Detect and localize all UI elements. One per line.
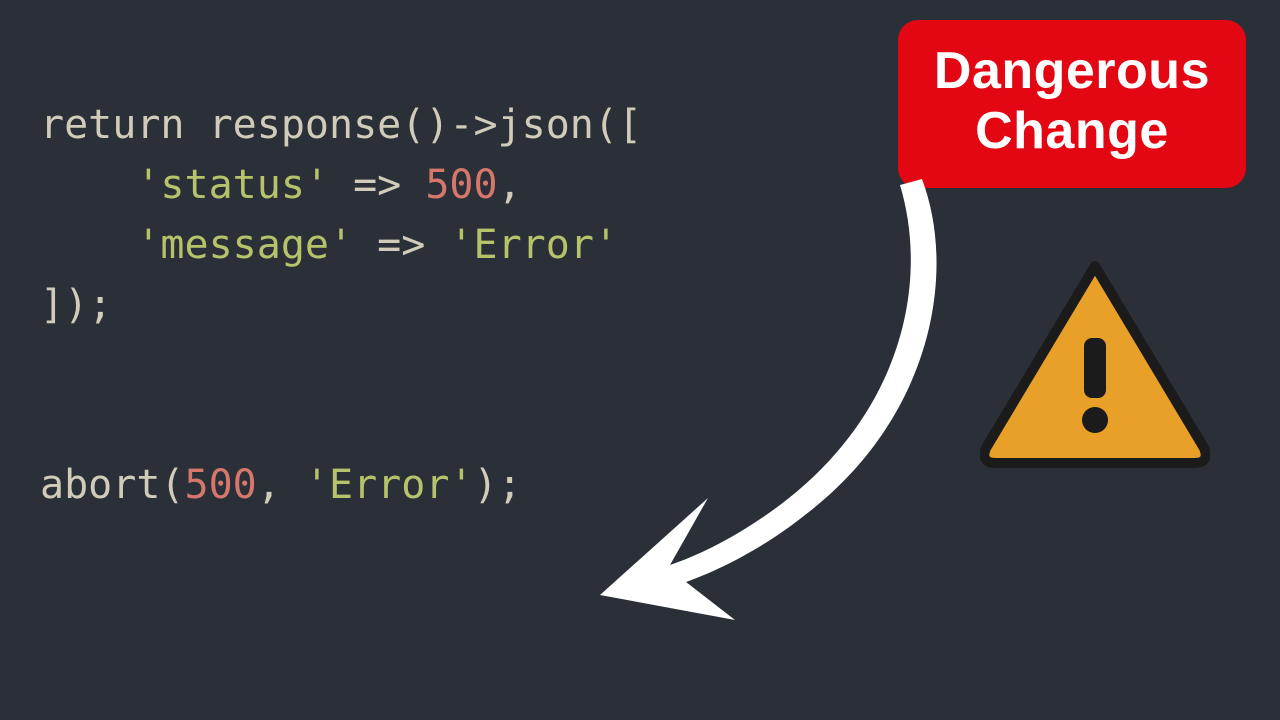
code-token	[40, 222, 136, 268]
code-token: 500	[425, 162, 497, 208]
code-token: 'Error'	[305, 462, 474, 508]
badge-line: Dangerous	[934, 42, 1210, 102]
code-snippet: return response()->json([ 'status' => 50…	[40, 95, 642, 515]
code-token	[40, 162, 136, 208]
code-token: 500	[185, 462, 257, 508]
code-token: ,	[257, 462, 305, 508]
code-token: ,	[498, 162, 522, 208]
badge-line: Change	[934, 102, 1210, 162]
code-token: return response()->json([	[40, 102, 642, 148]
warning-icon	[980, 258, 1210, 468]
code-token: =>	[353, 222, 449, 268]
code-token: abort(	[40, 462, 185, 508]
code-token: ]);	[40, 282, 112, 328]
curved-arrow-icon	[590, 165, 950, 635]
code-token: 'message'	[136, 222, 353, 268]
dangerous-change-badge: Dangerous Change	[898, 20, 1246, 188]
code-token: );	[474, 462, 522, 508]
code-token: 'status'	[136, 162, 329, 208]
code-token: =>	[329, 162, 425, 208]
